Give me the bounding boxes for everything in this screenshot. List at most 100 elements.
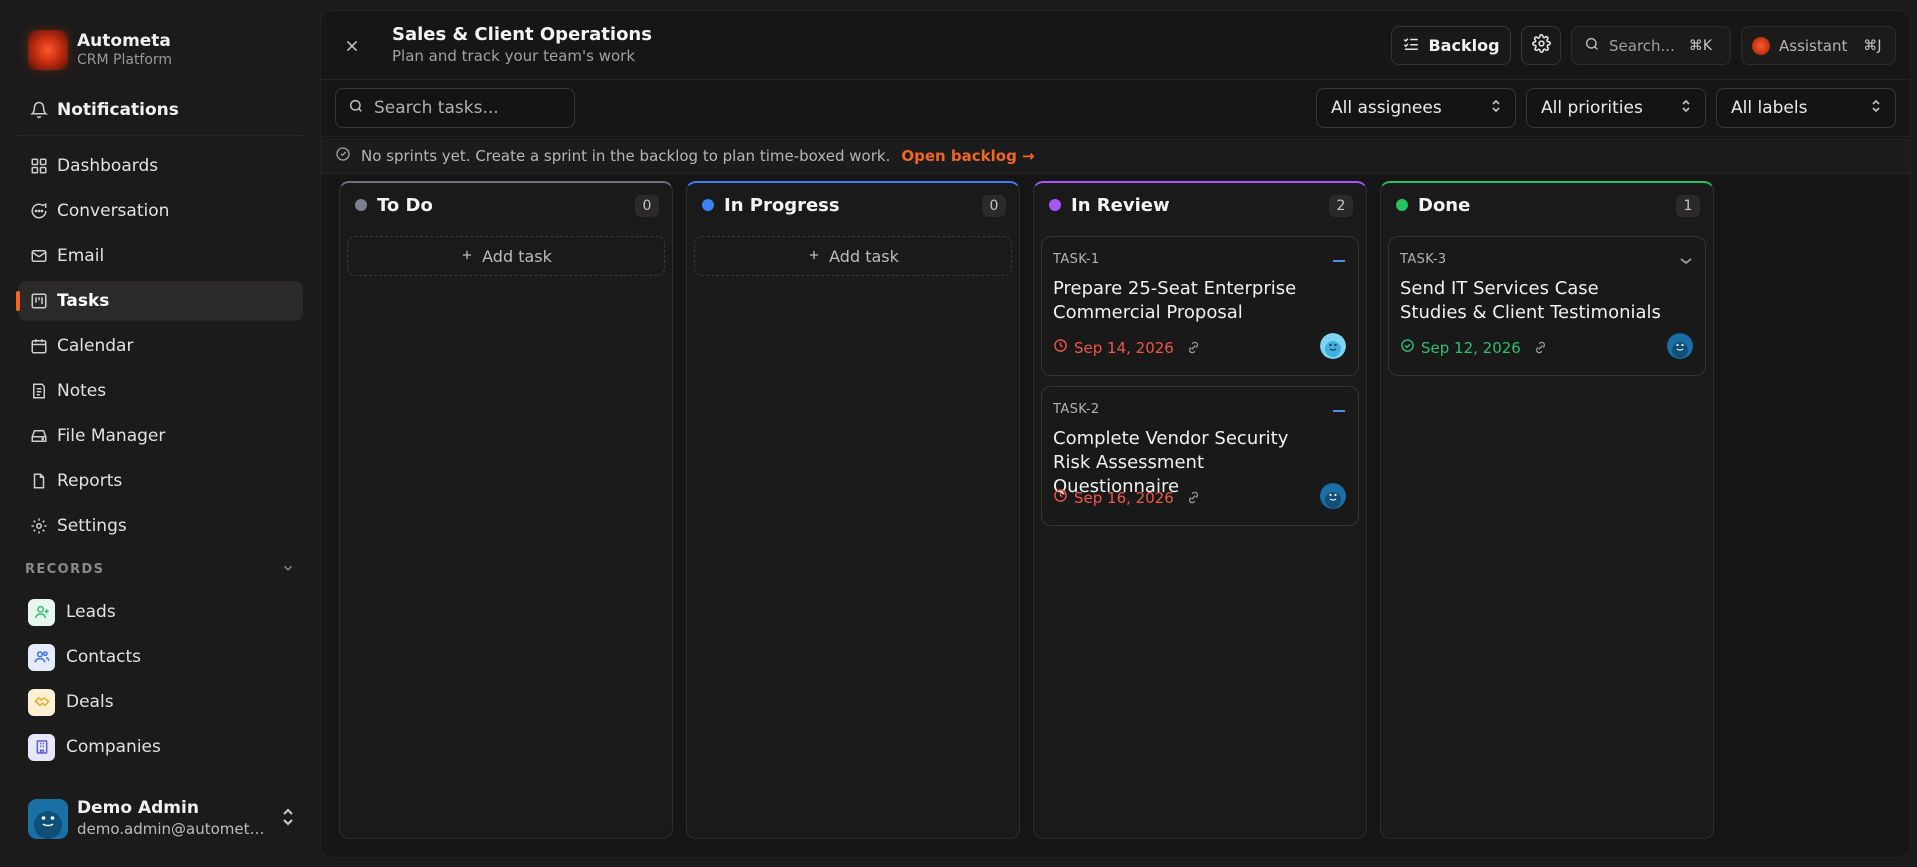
backlog-button[interactable]: Backlog — [1391, 26, 1511, 65]
target-icon — [335, 146, 351, 166]
record-item-contacts[interactable]: Contacts — [18, 637, 303, 677]
record-item-companies[interactable]: Companies — [18, 727, 303, 767]
search-icon — [348, 98, 364, 118]
nav-item-calendar[interactable]: Calendar — [18, 326, 303, 366]
calendar-icon — [29, 336, 49, 356]
task-search-input[interactable] — [374, 98, 564, 118]
nav-notifications-label: Notifications — [57, 100, 179, 120]
priority-filter-select[interactable]: All priorities — [1526, 88, 1706, 128]
priority-medium-icon — [1332, 251, 1346, 270]
add-task-label: Add task — [829, 246, 899, 266]
check-circle-icon — [1400, 338, 1415, 357]
bell-icon — [29, 100, 49, 120]
record-item-leads[interactable]: Leads — [18, 592, 303, 632]
nav-notifications[interactable]: Notifications — [18, 90, 303, 130]
user-menu[interactable]: Demo Admin demo.admin@autometa... — [28, 798, 298, 839]
task-search — [335, 88, 575, 128]
record-item-label: Deals — [66, 692, 114, 712]
brand[interactable]: Autometa CRM Platform — [28, 30, 172, 70]
task-meta: Sep 12, 2026 — [1400, 338, 1548, 357]
assignee-filter-select[interactable]: All assignees — [1316, 88, 1516, 128]
label-filter-value: All labels — [1731, 98, 1808, 118]
column-title: In Review — [1071, 194, 1170, 216]
chevron-up-down-icon — [1491, 98, 1501, 118]
clock-alert-icon — [1053, 488, 1068, 507]
mail-icon — [29, 246, 49, 266]
handshake-icon — [28, 688, 55, 716]
gear-icon — [29, 516, 49, 536]
global-search-button[interactable]: Search... ⌘K — [1571, 26, 1731, 65]
assignee-filter-value: All assignees — [1331, 98, 1442, 118]
nav-item-label: Settings — [57, 516, 127, 536]
close-button[interactable] — [341, 35, 363, 57]
task-due-date: Sep 12, 2026 — [1421, 338, 1521, 357]
sidebar: Autometa CRM Platform Notifications Dash… — [0, 0, 320, 867]
column-header: To Do 0 — [340, 183, 672, 227]
column-title: In Progress — [724, 194, 840, 216]
status-dot — [355, 199, 367, 211]
records-heading: RECORDS — [25, 562, 105, 577]
assignee-avatar[interactable] — [1320, 483, 1346, 509]
record-item-deals[interactable]: Deals — [18, 682, 303, 722]
global-search-label: Search... — [1609, 36, 1675, 55]
link-icon — [1186, 340, 1201, 355]
drive-icon — [29, 426, 49, 446]
chevron-up-down-icon — [1871, 98, 1881, 118]
clock-alert-icon — [1053, 338, 1068, 357]
list-check-icon — [1402, 35, 1420, 57]
brand-name: Autometa — [77, 31, 171, 51]
avatar — [28, 798, 68, 839]
task-card[interactable]: TASK-2 Complete Vendor Security Risk Ass… — [1041, 386, 1359, 526]
records-list: Leads Contacts Deals Companies — [18, 592, 303, 772]
user-name: Demo Admin — [77, 798, 199, 818]
task-title: Prepare 25-Seat Enterprise Commercial Pr… — [1053, 278, 1297, 323]
nav-item-label: File Manager — [57, 426, 166, 446]
task-card[interactable]: TASK-3 Send IT Services Case Studies & C… — [1388, 236, 1706, 376]
nav-item-label: Notes — [57, 381, 107, 401]
add-task-button[interactable]: Add task — [694, 236, 1012, 276]
column-header: Done 1 — [1381, 183, 1713, 227]
assistant-button[interactable]: Assistant ⌘J — [1741, 26, 1896, 65]
add-task-button[interactable]: Add task — [347, 236, 665, 276]
column-header: In Review 2 — [1034, 183, 1366, 227]
nav-item-label: Calendar — [57, 336, 134, 356]
record-item-label: Companies — [66, 737, 161, 757]
task-id: TASK-2 — [1053, 402, 1100, 417]
main-nav: Notifications Dashboards Conversation Em… — [16, 90, 303, 551]
column-count-badge: 1 — [1676, 195, 1700, 217]
nav-item-reports[interactable]: Reports — [18, 461, 303, 501]
board-header: Sales & Client Operations Plan and track… — [321, 11, 1910, 80]
nav-item-settings[interactable]: Settings — [18, 506, 303, 546]
nav-item-email[interactable]: Email — [18, 236, 303, 276]
assignee-avatar[interactable] — [1667, 333, 1693, 359]
open-backlog-link[interactable]: Open backlog → — [901, 147, 1034, 165]
priority-medium-icon — [1332, 401, 1346, 420]
close-icon — [346, 40, 358, 52]
column-in-progress: In Progress 0 Add task — [686, 181, 1020, 839]
column-count-badge: 0 — [635, 195, 659, 217]
nav-item-conversation[interactable]: Conversation — [18, 191, 303, 231]
nav-item-label: Tasks — [57, 291, 110, 311]
building-icon — [28, 733, 55, 761]
nav-item-notes[interactable]: Notes — [18, 371, 303, 411]
column-count-badge: 2 — [1329, 195, 1353, 217]
assistant-label: Assistant — [1779, 36, 1848, 55]
link-icon — [1186, 490, 1201, 505]
nav-item-dashboards[interactable]: Dashboards — [18, 146, 303, 186]
task-id: TASK-1 — [1053, 252, 1100, 267]
task-card[interactable]: TASK-1 Prepare 25-Seat Enterprise Commer… — [1041, 236, 1359, 376]
column-done: Done 1 TASK-3 Send IT Services Case Stud… — [1380, 181, 1714, 839]
nav-divider — [18, 135, 303, 136]
plus-icon — [460, 247, 474, 266]
records-section-header[interactable]: RECORDS — [25, 560, 295, 579]
task-title: Send IT Services Case Studies & Client T… — [1400, 278, 1661, 323]
tasks-board-panel: Sales & Client Operations Plan and track… — [320, 10, 1911, 858]
task-meta: Sep 16, 2026 — [1053, 488, 1201, 507]
label-filter-select[interactable]: All labels — [1716, 88, 1896, 128]
board-settings-button[interactable] — [1521, 26, 1561, 65]
chevron-up-down-icon — [1681, 98, 1691, 118]
assignee-avatar[interactable] — [1320, 333, 1346, 359]
nav-item-file-manager[interactable]: File Manager — [18, 416, 303, 456]
nav-item-tasks[interactable]: Tasks — [16, 281, 303, 321]
record-item-label: Leads — [66, 602, 116, 622]
